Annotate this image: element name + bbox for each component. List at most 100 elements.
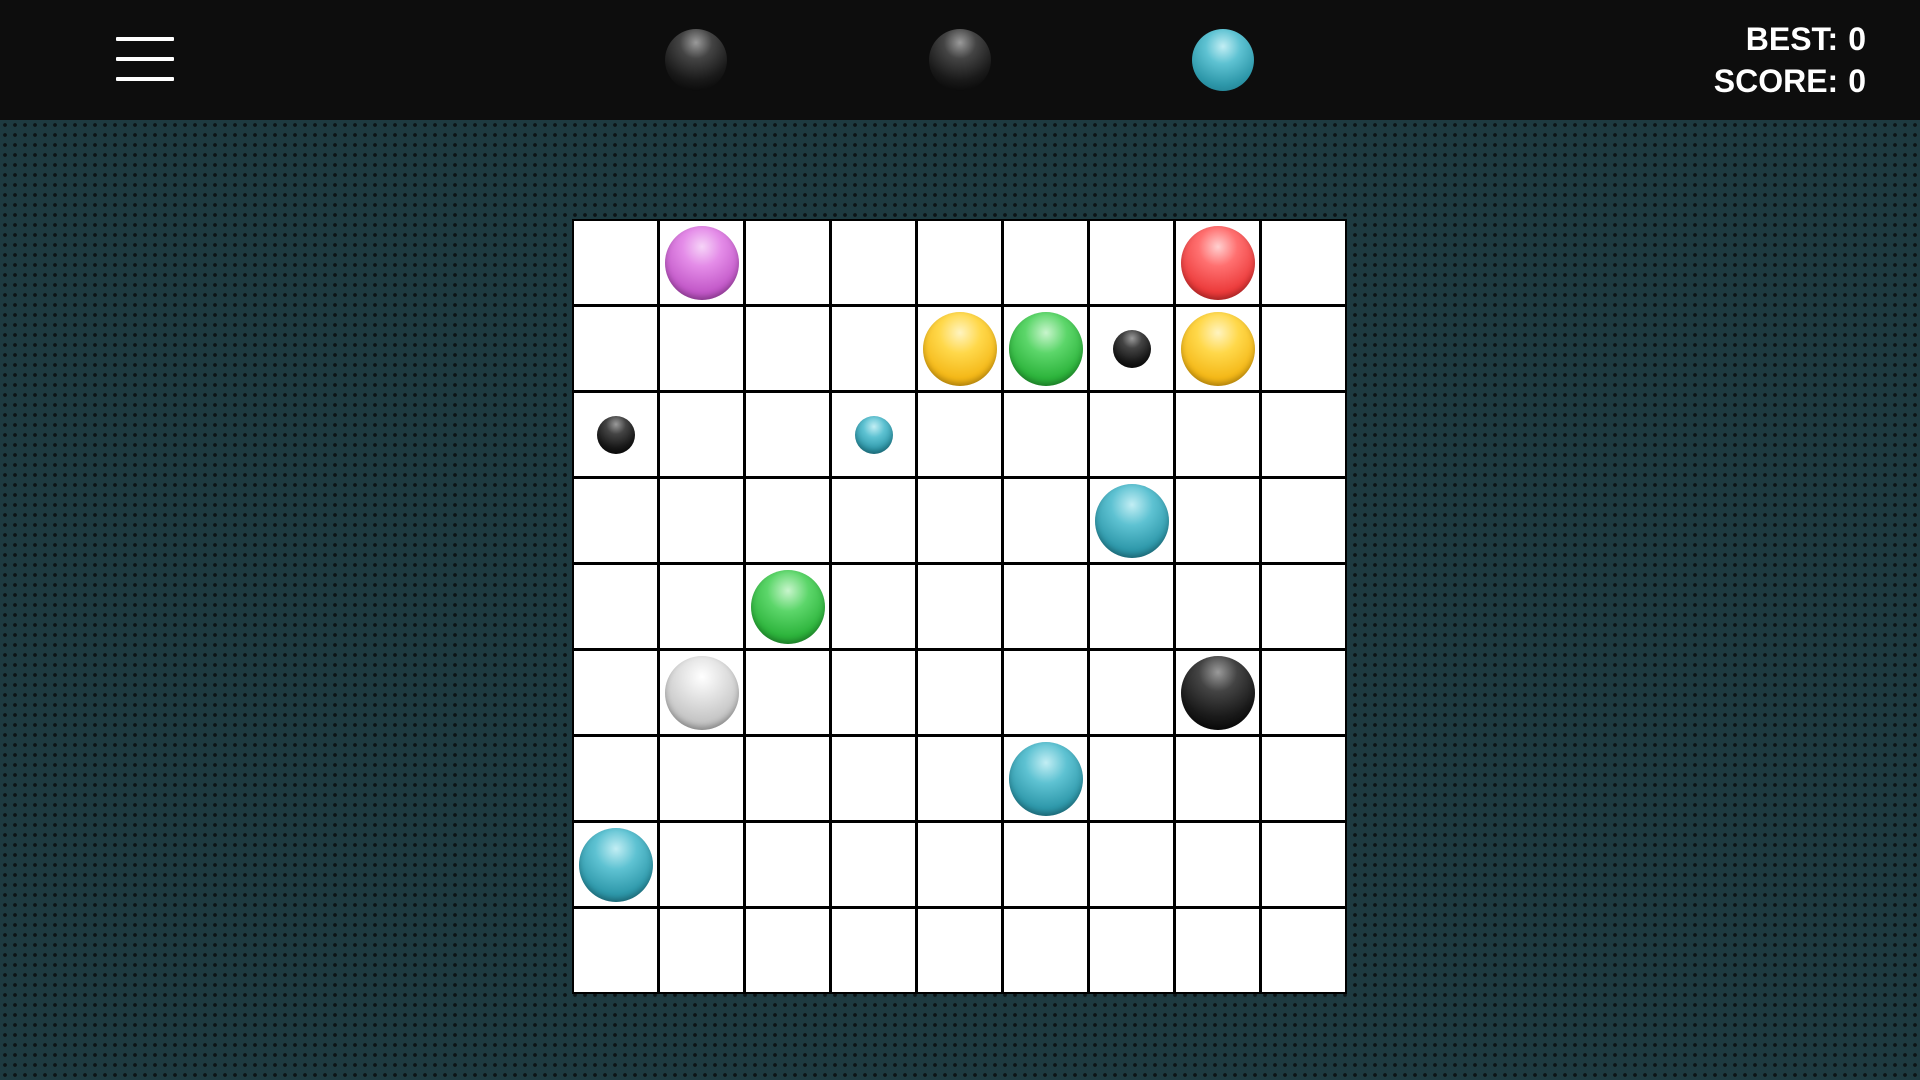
board-cell[interactable] <box>746 651 829 734</box>
board-cell[interactable] <box>1090 221 1173 304</box>
score-label: SCORE: <box>1713 63 1839 99</box>
silver-ball[interactable] <box>664 655 739 730</box>
menu-line <box>116 57 174 61</box>
red-ball[interactable] <box>1180 225 1255 300</box>
board-cell[interactable] <box>660 823 743 906</box>
black-ball[interactable] <box>1180 655 1255 730</box>
board-cell[interactable] <box>918 737 1001 820</box>
board-cell[interactable] <box>660 307 743 390</box>
board-cell[interactable] <box>1090 909 1173 992</box>
board-cell[interactable] <box>1262 307 1345 390</box>
board-cell[interactable] <box>832 651 915 734</box>
board-cell[interactable] <box>1176 737 1259 820</box>
board-cell[interactable] <box>746 221 829 304</box>
board-cell[interactable] <box>574 737 657 820</box>
board-cell[interactable] <box>746 823 829 906</box>
board-cell[interactable] <box>832 221 915 304</box>
hamburger-menu-icon[interactable] <box>112 34 176 86</box>
board-cell[interactable] <box>832 393 915 476</box>
board-cell[interactable] <box>660 909 743 992</box>
board-cell[interactable] <box>1176 479 1259 562</box>
board-cell[interactable] <box>746 909 829 992</box>
board-cell[interactable] <box>746 737 829 820</box>
board-cell[interactable] <box>918 909 1001 992</box>
board-cell[interactable] <box>746 479 829 562</box>
board-cell[interactable] <box>1090 737 1173 820</box>
green-ball[interactable] <box>1008 311 1083 386</box>
teal-ball[interactable] <box>578 827 653 902</box>
board-cell[interactable] <box>574 565 657 648</box>
board-cell[interactable] <box>1004 479 1087 562</box>
board-cell[interactable] <box>574 307 657 390</box>
board-cell[interactable] <box>1004 823 1087 906</box>
board-cell[interactable] <box>918 823 1001 906</box>
board-cell[interactable] <box>574 909 657 992</box>
board-cell[interactable] <box>1090 479 1173 562</box>
board-cell[interactable] <box>832 479 915 562</box>
board-cell[interactable] <box>1090 307 1173 390</box>
board-cell[interactable] <box>832 909 915 992</box>
board-cell[interactable] <box>574 221 657 304</box>
board-cell[interactable] <box>1004 307 1087 390</box>
board-cell[interactable] <box>746 307 829 390</box>
board-cell[interactable] <box>574 479 657 562</box>
board-cell[interactable] <box>1090 565 1173 648</box>
board-cell[interactable] <box>574 393 657 476</box>
board-cell[interactable] <box>918 565 1001 648</box>
board-cell[interactable] <box>1262 823 1345 906</box>
board-cell[interactable] <box>1262 479 1345 562</box>
board-cell[interactable] <box>660 737 743 820</box>
board-cell[interactable] <box>1176 909 1259 992</box>
board-cell[interactable] <box>1262 393 1345 476</box>
board-cell[interactable] <box>1004 565 1087 648</box>
board-cell[interactable] <box>1004 221 1087 304</box>
board-cell[interactable] <box>660 479 743 562</box>
green-ball[interactable] <box>750 569 825 644</box>
board-cell[interactable] <box>1176 393 1259 476</box>
board-cell[interactable] <box>1176 221 1259 304</box>
board-cell[interactable] <box>746 393 829 476</box>
board-cell[interactable] <box>918 651 1001 734</box>
board-cell[interactable] <box>660 565 743 648</box>
board-cell[interactable] <box>832 307 915 390</box>
board-cell[interactable] <box>660 393 743 476</box>
board-cell[interactable] <box>918 307 1001 390</box>
board-cell[interactable] <box>918 221 1001 304</box>
board-cell[interactable] <box>574 823 657 906</box>
board-cell[interactable] <box>660 221 743 304</box>
board-cell[interactable] <box>1090 823 1173 906</box>
board-cell[interactable] <box>660 651 743 734</box>
board-cell[interactable] <box>1004 393 1087 476</box>
board-cell[interactable] <box>1004 909 1087 992</box>
board-cell[interactable] <box>1176 651 1259 734</box>
board-cell[interactable] <box>1176 823 1259 906</box>
board-cell[interactable] <box>1262 221 1345 304</box>
purple-ball[interactable] <box>664 225 739 300</box>
board-cell[interactable] <box>832 565 915 648</box>
board-cell[interactable] <box>1176 565 1259 648</box>
board-cell[interactable] <box>1262 909 1345 992</box>
board-cell[interactable] <box>1004 651 1087 734</box>
teal-ball[interactable] <box>1094 483 1169 558</box>
board-cell[interactable] <box>574 651 657 734</box>
board-cell[interactable] <box>832 823 915 906</box>
board-cell[interactable] <box>1262 737 1345 820</box>
black-ball-small[interactable] <box>1112 329 1151 368</box>
board-cell[interactable] <box>1090 393 1173 476</box>
score-panel: BEST: 0 SCORE: 0 <box>1714 18 1866 102</box>
board-cell[interactable] <box>1262 565 1345 648</box>
board-cell[interactable] <box>1262 651 1345 734</box>
black-ball-small[interactable] <box>596 415 635 454</box>
yellow-ball[interactable] <box>922 311 997 386</box>
board-cell[interactable] <box>746 565 829 648</box>
teal-ball-small[interactable] <box>854 415 893 454</box>
board-cell[interactable] <box>918 393 1001 476</box>
board-cell[interactable] <box>918 479 1001 562</box>
board-cell[interactable] <box>1176 307 1259 390</box>
teal-ball[interactable] <box>1008 741 1083 816</box>
board-cell[interactable] <box>1004 737 1087 820</box>
next-ball-1 <box>665 29 727 91</box>
yellow-ball[interactable] <box>1180 311 1255 386</box>
board-cell[interactable] <box>832 737 915 820</box>
board-cell[interactable] <box>1090 651 1173 734</box>
